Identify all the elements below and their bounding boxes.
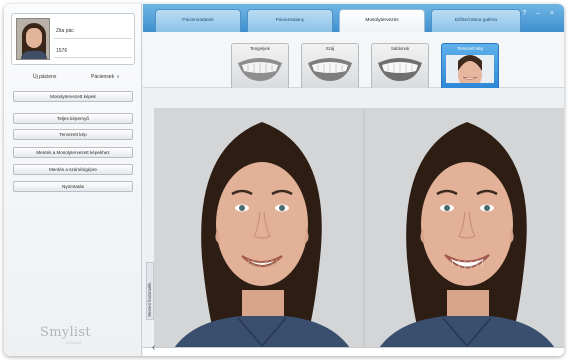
tab-templates[interactable]: Sablonok — [371, 43, 429, 88]
saved-images-side-tab-label: Mentett foutanulék — [147, 282, 152, 317]
tab-smile-design[interactable]: Mosolytervezés — [339, 9, 425, 32]
print-button[interactable]: Nyomtatás — [13, 181, 133, 192]
patient-name: Zita pác — [56, 28, 74, 34]
patient-id: 1576 — [56, 48, 68, 54]
tab-mouth-label: Száj — [325, 46, 335, 51]
window-controls[interactable]: ? – × — [522, 10, 558, 17]
smylist-logo: Smylist — [40, 325, 91, 340]
save-to-computer-button[interactable]: Mentés a számítógépre — [13, 164, 133, 175]
face-thumbnail-icon — [446, 55, 494, 83]
teeth-thumbnail-icon — [308, 58, 352, 81]
main-tab-bar: Páciensadatok Páciensalany Mosolytervezé… — [143, 4, 564, 32]
save-to-smile-images-button[interactable]: Mentés a Mosolytervezett képekhez — [13, 147, 133, 158]
image-comparison-area[interactable] — [154, 108, 564, 348]
logo-subtitle: clinical — [66, 341, 82, 345]
bottom-strip — [143, 347, 564, 356]
saved-images-side-tab[interactable]: Mentett foutanulék — [146, 262, 154, 320]
planned-image-button[interactable]: Tervezett kép — [13, 129, 133, 140]
chevron-down-icon: ∨ — [116, 74, 120, 80]
smile-tab-bar: Tengelyek Száj Sablonok Tervezett kép — [143, 32, 564, 88]
teeth-thumbnail-icon — [378, 58, 422, 81]
tab-planned-image-label: Tervezett kép — [456, 46, 484, 51]
tab-templates-label: Sablonok — [390, 46, 410, 51]
patients-label: Páciensek — [91, 74, 115, 80]
new-patient-button[interactable]: Új páciens — [33, 74, 56, 80]
before-after-photos — [154, 108, 564, 348]
tab-patient-data[interactable]: Páciensadatok — [155, 9, 241, 32]
app-window: Zita pác 1576 Új páciens Páciensek ∨ Moso… — [4, 4, 564, 356]
fullscreen-button[interactable]: Teljes képernyő — [13, 113, 133, 124]
left-panel: Zita pác 1576 Új páciens Páciensek ∨ Moso… — [4, 4, 142, 356]
patient-actions: Új páciens Páciensek ∨ — [11, 74, 135, 84]
tab-mouth[interactable]: Száj — [301, 43, 359, 88]
patient-card[interactable]: Zita pác 1576 — [11, 13, 135, 65]
previous-arrow-icon[interactable]: ‹ — [152, 342, 155, 353]
smile-designed-images-button[interactable]: Mosolytervezett képek — [13, 91, 133, 102]
tab-planned-image[interactable]: Tervezett kép — [441, 43, 499, 88]
tab-before-after-gallery[interactable]: Előtte/Utána galéria — [431, 9, 521, 32]
tab-patient-subject[interactable]: Páciensalany — [247, 9, 333, 32]
tab-axes[interactable]: Tengelyek — [231, 43, 289, 88]
tab-axes-label: Tengelyek — [250, 46, 270, 51]
patient-avatar — [16, 18, 50, 60]
teeth-thumbnail-icon — [238, 58, 282, 81]
patients-dropdown[interactable]: Páciensek ∨ — [91, 74, 120, 80]
